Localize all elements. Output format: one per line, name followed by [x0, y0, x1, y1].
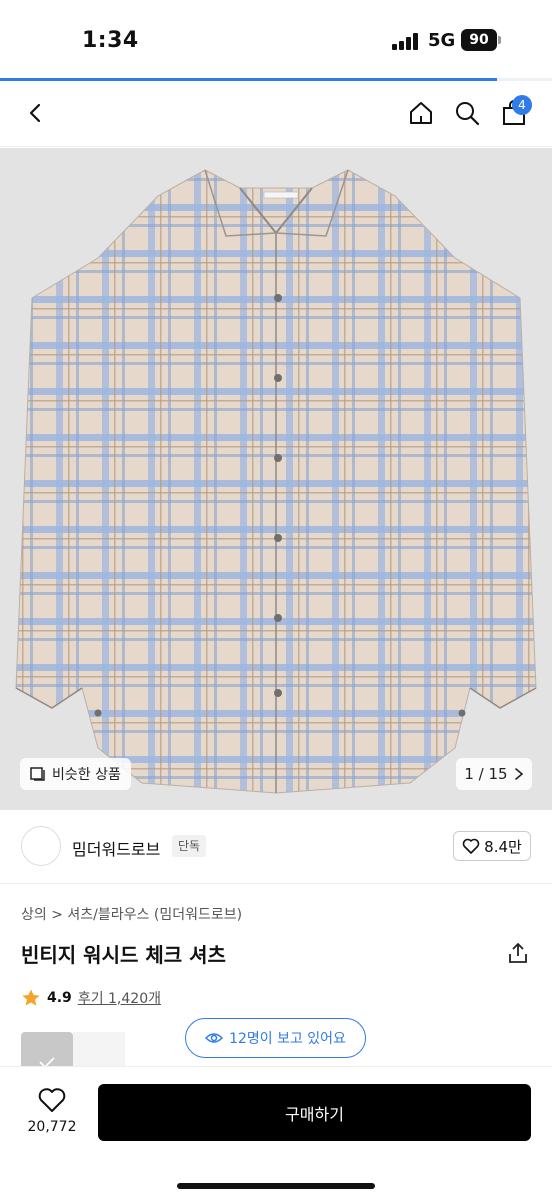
- home-indicator: [177, 1183, 375, 1189]
- shop-row[interactable]: 밈더워드로브 단독 8.4만: [0, 810, 552, 884]
- battery-nub: [498, 36, 501, 44]
- exclusive-badge: 단독: [172, 835, 207, 857]
- image-counter-button[interactable]: 1 / 15: [456, 758, 532, 790]
- viewers-pill: 12명이 보고 있어요: [185, 1018, 366, 1058]
- breadcrumb-separator: >: [51, 907, 68, 923]
- shirt-photo: [15, 169, 537, 794]
- status-time: 1:34: [82, 28, 139, 53]
- similar-products-button[interactable]: 비슷한 상품: [20, 758, 131, 790]
- bottom-bar: 20,772 구매하기: [0, 1066, 552, 1200]
- shop-name[interactable]: 밈더워드로브: [72, 836, 160, 860]
- eye-icon: [205, 1033, 224, 1043]
- breadcrumb-category[interactable]: 상의: [21, 907, 47, 923]
- breadcrumb: 상의 > 셔츠/블라우스 (밈더워드로브): [21, 904, 242, 924]
- share-icon: [509, 943, 527, 963]
- cart-badge: 4: [512, 95, 532, 115]
- signal-icon: [392, 32, 420, 50]
- wishlist-count: 20,772: [27, 1119, 77, 1135]
- battery-icon: 90: [461, 29, 497, 51]
- image-counter: 1 / 15: [464, 765, 508, 783]
- breadcrumb-subcategory[interactable]: 셔츠/블라우스 (밈더워드로브): [67, 907, 242, 923]
- rating-value: 4.9: [47, 990, 72, 1006]
- shop-like-button[interactable]: 8.4만: [453, 831, 531, 861]
- search-icon: [456, 102, 480, 126]
- chevron-left-icon: [29, 103, 41, 123]
- product-title: 빈티지 워시드 체크 셔츠: [21, 943, 226, 967]
- network-label: 5G: [428, 30, 456, 51]
- gallery-icon: [30, 767, 45, 781]
- home-icon: [410, 102, 432, 124]
- reviews-link[interactable]: 후기 1,420개: [78, 988, 161, 1008]
- shop-like-count: 8.4만: [484, 837, 522, 856]
- buy-button[interactable]: 구매하기: [98, 1084, 531, 1141]
- product-image[interactable]: [0, 148, 552, 810]
- search-button[interactable]: [449, 95, 485, 131]
- heart-outline-icon: [38, 1088, 66, 1112]
- chevron-right-icon: [514, 768, 523, 780]
- battery-level: 90: [469, 32, 489, 48]
- nav-bar: [0, 81, 552, 147]
- viewers-label: 12명이 보고 있어요: [229, 1031, 346, 1047]
- similar-products-label: 비슷한 상품: [52, 767, 121, 783]
- rating-row: 4.9 후기 1,420개: [21, 988, 161, 1008]
- share-button[interactable]: [506, 941, 530, 965]
- star-icon: [22, 989, 40, 1006]
- home-button[interactable]: [403, 95, 439, 131]
- back-button[interactable]: [18, 95, 54, 131]
- heart-icon: [462, 838, 480, 854]
- shop-avatar[interactable]: [21, 826, 61, 866]
- status-bar: 1:34 5G 90: [0, 0, 552, 78]
- wishlist-button[interactable]: 20,772: [22, 1087, 82, 1135]
